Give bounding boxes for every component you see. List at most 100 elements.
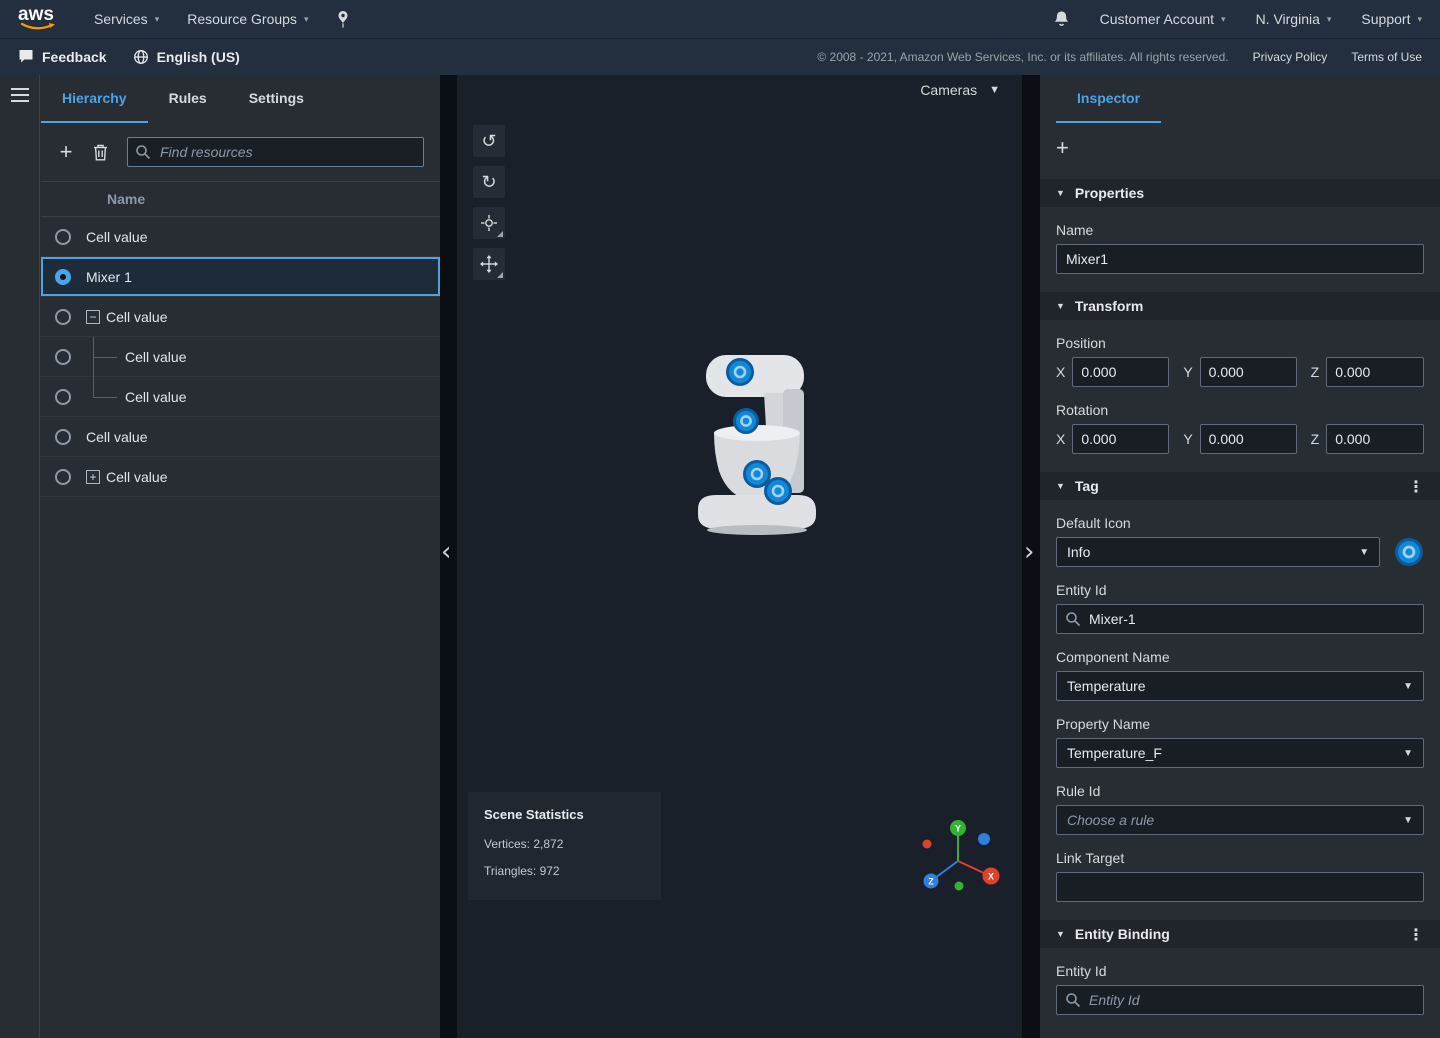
- language-selector[interactable]: English (US): [133, 49, 240, 65]
- binding-entity-id-field-label: Entity Id: [1056, 963, 1424, 979]
- chevron-down-icon: ▼: [1403, 748, 1413, 759]
- aws-top-navbar: aws Services ▾ Resource Groups ▾: [0, 0, 1440, 39]
- tree-row[interactable]: Cell value: [41, 217, 440, 257]
- property-name-field-label: Property Name: [1056, 716, 1424, 732]
- tag-anchor[interactable]: [735, 410, 758, 433]
- default-icon-select[interactable]: Info ▼: [1056, 537, 1380, 567]
- rotation-z-input[interactable]: [1326, 424, 1424, 454]
- mixer-base: [698, 495, 816, 529]
- radio-button[interactable]: [55, 349, 71, 365]
- radio-button-checked[interactable]: [55, 269, 71, 285]
- pin-icon[interactable]: [336, 11, 350, 28]
- axis-x-label: X: [1056, 431, 1065, 447]
- gizmo-neg-x-axis[interactable]: [923, 840, 932, 849]
- gizmo-y-axis[interactable]: Y: [950, 820, 966, 836]
- position-z-input[interactable]: [1326, 357, 1424, 387]
- expand-expander-icon[interactable]: +: [86, 470, 100, 484]
- undo-button[interactable]: ↺: [473, 125, 505, 157]
- aws-logo[interactable]: aws: [18, 4, 66, 34]
- rule-id-select[interactable]: Choose a rule ▼: [1056, 805, 1424, 835]
- rotation-x-input[interactable]: [1072, 424, 1169, 454]
- mixer-3d-model[interactable]: [686, 347, 826, 537]
- component-name-select[interactable]: Temperature ▼: [1056, 671, 1424, 701]
- cameras-dropdown[interactable]: Cameras ▼: [920, 82, 1000, 98]
- link-target-input[interactable]: [1056, 872, 1424, 902]
- radio-button[interactable]: [55, 469, 71, 485]
- tree-row-label: Cell value: [125, 349, 186, 365]
- collapse-left-panel-arrow[interactable]: ‹: [441, 541, 451, 563]
- region-menu[interactable]: N. Virginia ▾: [1256, 11, 1332, 27]
- services-menu[interactable]: Services ▾: [94, 11, 159, 27]
- transform-section-header[interactable]: ▼ Transform: [1040, 292, 1440, 320]
- tree-row-label: Mixer 1: [86, 269, 132, 285]
- collapse-right-panel-arrow[interactable]: ›: [1024, 541, 1034, 563]
- tag-options-kebab-icon[interactable]: ⋮: [1408, 477, 1424, 496]
- property-name-select[interactable]: Temperature_F ▼: [1056, 738, 1424, 768]
- tree-row[interactable]: Cell value: [41, 417, 440, 457]
- add-component-button[interactable]: +: [1056, 135, 1069, 161]
- entity-binding-section-header[interactable]: ▼ Entity Binding ⋮: [1040, 920, 1440, 948]
- feedback-link[interactable]: Feedback: [18, 49, 107, 65]
- gizmo-x-axis[interactable]: X: [983, 868, 1000, 885]
- tag-anchor[interactable]: [728, 360, 753, 385]
- hierarchy-panel: Hierarchy Rules Settings +: [0, 75, 440, 1038]
- gizmo-z-axis[interactable]: Z: [924, 874, 939, 889]
- tab-rules[interactable]: Rules: [148, 75, 228, 123]
- tag-anchor[interactable]: [745, 462, 770, 487]
- component-name-value: Temperature: [1067, 678, 1146, 694]
- vertices-count: Vertices: 2,872: [484, 837, 645, 851]
- tag-section-header[interactable]: ▼ Tag ⋮: [1040, 472, 1440, 500]
- radio-button[interactable]: [55, 229, 71, 245]
- inspector-tabs: Inspector: [1040, 75, 1440, 123]
- binding-entity-id-input[interactable]: [1056, 985, 1424, 1015]
- entity-binding-options-kebab-icon[interactable]: ⋮: [1408, 925, 1424, 944]
- collapse-expander-icon[interactable]: −: [86, 310, 100, 324]
- tree-row-mixer-1[interactable]: Mixer 1: [41, 257, 440, 297]
- account-menu[interactable]: Customer Account ▾: [1100, 11, 1226, 27]
- rotation-y-input[interactable]: [1200, 424, 1297, 454]
- terms-of-use-link[interactable]: Terms of Use: [1351, 50, 1422, 64]
- privacy-policy-link[interactable]: Privacy Policy: [1253, 50, 1328, 64]
- tab-settings[interactable]: Settings: [228, 75, 325, 123]
- binding-entity-id-search: [1056, 985, 1424, 1015]
- tree-row-child[interactable]: Cell value: [41, 337, 440, 377]
- copyright-text: © 2008 - 2021, Amazon Web Services, Inc.…: [817, 50, 1228, 64]
- move-tool-button[interactable]: [473, 248, 505, 280]
- tree-row[interactable]: − Cell value: [41, 297, 440, 337]
- radio-button[interactable]: [55, 389, 71, 405]
- redo-button[interactable]: ↻: [473, 166, 505, 198]
- support-menu[interactable]: Support ▾: [1361, 11, 1422, 27]
- scene-viewport[interactable]: Cameras ▼ ↺ ↻: [457, 75, 1022, 1038]
- tab-inspector[interactable]: Inspector: [1056, 75, 1161, 123]
- tag-entity-id-input[interactable]: [1056, 604, 1424, 634]
- tree-row-child[interactable]: Cell value: [41, 377, 440, 417]
- tree-row[interactable]: + Cell value: [41, 457, 440, 497]
- hierarchy-toolbar: +: [41, 123, 440, 181]
- tree-row-label: Cell value: [106, 309, 167, 325]
- position-x-input[interactable]: [1072, 357, 1169, 387]
- axis-x-label: X: [1056, 364, 1065, 380]
- radio-button[interactable]: [55, 309, 71, 325]
- hamburger-menu-icon[interactable]: [11, 88, 29, 102]
- radio-button[interactable]: [55, 429, 71, 445]
- axis-gizmo[interactable]: Y X Z: [912, 815, 1004, 897]
- position-inputs-row: X Y Z: [1056, 357, 1424, 387]
- svg-text:Z: Z: [928, 877, 934, 887]
- notifications-bell-icon[interactable]: [1053, 10, 1070, 28]
- position-y-input[interactable]: [1200, 357, 1297, 387]
- add-resource-button[interactable]: +: [49, 135, 83, 169]
- axis-y-label: Y: [1183, 364, 1192, 380]
- search-input[interactable]: [127, 137, 424, 167]
- resource-groups-menu[interactable]: Resource Groups ▾: [187, 11, 308, 27]
- name-input[interactable]: [1056, 244, 1424, 274]
- tag-anchor[interactable]: [766, 479, 791, 504]
- component-name-field-label: Component Name: [1056, 649, 1424, 665]
- properties-section-header[interactable]: ▼ Properties: [1040, 179, 1440, 207]
- mixer-neck: [764, 393, 786, 427]
- gizmo-neg-y-axis[interactable]: [955, 882, 964, 891]
- tab-hierarchy[interactable]: Hierarchy: [41, 75, 148, 123]
- triangles-count: Triangles: 972: [484, 864, 645, 878]
- delete-resource-button[interactable]: [83, 135, 117, 169]
- gizmo-neg-z-axis[interactable]: [978, 833, 990, 845]
- add-tag-tool-button[interactable]: [473, 207, 505, 239]
